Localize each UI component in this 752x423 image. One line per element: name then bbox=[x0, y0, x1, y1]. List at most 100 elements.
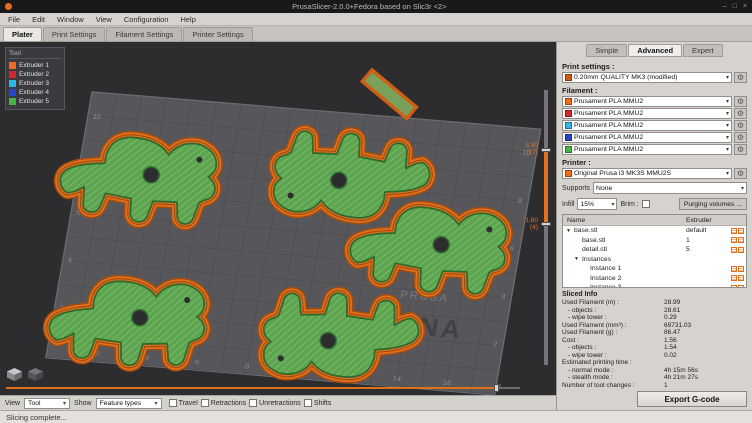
minimize-button[interactable]: – bbox=[723, 3, 727, 10]
layer-upper-index: (17) bbox=[525, 149, 538, 156]
object-list-row[interactable]: base.stl1 bbox=[563, 236, 746, 246]
filament-4-row: Prusament PLA MMU2▾⚙ bbox=[562, 132, 747, 143]
row-settings-icon[interactable] bbox=[731, 275, 737, 281]
print-settings-select[interactable]: 0.20mm QUALITY MK3 (modified)▾ bbox=[562, 72, 732, 83]
filament-2-settings-button[interactable]: ⚙ bbox=[734, 108, 747, 119]
brim-checkbox[interactable] bbox=[642, 200, 650, 208]
view-type-select[interactable]: Tool ▾ bbox=[24, 398, 70, 409]
layer-slider-track[interactable] bbox=[544, 90, 548, 365]
toggle-travel[interactable]: Travel bbox=[169, 399, 198, 407]
export-gcode-button[interactable]: Export G-code bbox=[637, 391, 747, 407]
extruder-label: Extruder 5 bbox=[19, 98, 49, 105]
sliced-info-label: - objects : bbox=[562, 307, 664, 315]
object-name: Instance 2 bbox=[590, 275, 621, 282]
extruder-color-chip bbox=[9, 89, 16, 96]
object-list: Name Extruder ▼base.stldefaultbase.stl1d… bbox=[562, 214, 747, 288]
object-list-row[interactable]: Instance 2 bbox=[563, 274, 746, 284]
object-list-row[interactable]: detail.stl5 bbox=[563, 245, 746, 255]
row-icons bbox=[724, 266, 746, 272]
render-canvas[interactable]: PRUSA GINA 24681012141618224466881010 bbox=[0, 42, 556, 395]
supports-select[interactable]: None ▾ bbox=[593, 182, 747, 194]
maximize-button[interactable]: □ bbox=[733, 3, 737, 10]
sliced-info-value: 1.56 bbox=[664, 337, 747, 345]
filament-3-settings-button[interactable]: ⚙ bbox=[734, 120, 747, 131]
layer-slider-lower-handle[interactable] bbox=[541, 222, 551, 226]
row-settings-icon[interactable] bbox=[738, 228, 744, 234]
sliced-info-label: Used Filament (m) : bbox=[562, 299, 664, 307]
printer-settings-button[interactable]: ⚙ bbox=[734, 168, 747, 179]
filament-5-settings-button[interactable]: ⚙ bbox=[734, 144, 747, 155]
menu-configuration[interactable]: Configuration bbox=[118, 15, 175, 24]
row-settings-icon[interactable] bbox=[738, 285, 744, 288]
row-settings-icon[interactable] bbox=[731, 266, 737, 272]
titlebar: PrusaSlicer-2.0.0+Fedora based on Slic3r… bbox=[0, 0, 752, 13]
filament-4-select[interactable]: Prusament PLA MMU2▾ bbox=[562, 132, 732, 143]
toggle-retractions[interactable]: Retractions bbox=[201, 399, 246, 407]
expand-caret[interactable]: ▼ bbox=[573, 256, 580, 262]
object-list-row[interactable]: Instance 3 bbox=[563, 283, 746, 288]
statusbar: Slicing complete... bbox=[0, 410, 752, 423]
filament-1-select[interactable]: Prusament PLA MMU2▾ bbox=[562, 96, 732, 107]
tab-print-settings[interactable]: Print Settings bbox=[43, 27, 106, 41]
menu-file[interactable]: File bbox=[2, 15, 26, 24]
filament-4-settings-button[interactable]: ⚙ bbox=[734, 132, 747, 143]
row-settings-icon[interactable] bbox=[738, 266, 744, 272]
feature-types-value: Feature types bbox=[100, 400, 152, 407]
sliced-info-label: - stealth mode : bbox=[562, 374, 664, 382]
feature-types-select[interactable]: Feature types ▾ bbox=[96, 398, 162, 409]
show-label: Show bbox=[74, 400, 92, 407]
close-button[interactable]: × bbox=[743, 3, 747, 10]
infill-select[interactable]: 15% ▾ bbox=[577, 198, 617, 210]
retractions-checkbox[interactable] bbox=[201, 399, 209, 407]
menu-edit[interactable]: Edit bbox=[26, 15, 51, 24]
row-settings-icon[interactable] bbox=[731, 247, 737, 253]
row-settings-icon[interactable] bbox=[731, 285, 737, 288]
row-settings-icon[interactable] bbox=[738, 247, 744, 253]
travel-checkbox[interactable] bbox=[169, 399, 177, 407]
row-settings-icon[interactable] bbox=[738, 237, 744, 243]
sliced-info-row: - wipe tower :0.02 bbox=[562, 352, 747, 360]
mode-tab-simple[interactable]: Simple bbox=[586, 44, 627, 57]
printer-select[interactable]: Original Prusa i3 MK3S MMU2S▾ bbox=[562, 168, 732, 179]
wipe-tower[interactable] bbox=[362, 70, 416, 119]
menu-window[interactable]: Window bbox=[51, 15, 90, 24]
menu-help[interactable]: Help bbox=[174, 15, 201, 24]
sliced-info-row: - normal mode :4h 15m 56s bbox=[562, 367, 747, 375]
print-settings-settings-button[interactable]: ⚙ bbox=[734, 72, 747, 83]
filament-2-select[interactable]: Prusament PLA MMU2▾ bbox=[562, 108, 732, 119]
object-list-row[interactable]: Instance 1 bbox=[563, 264, 746, 274]
print-settings-row: 0.20mm QUALITY MK3 (modified)▾⚙ bbox=[562, 72, 747, 83]
layer-slider[interactable]: 3.30 (17) 1.60 (4) bbox=[523, 90, 553, 365]
toggle-shifts[interactable]: Shifts bbox=[304, 399, 332, 407]
row-settings-icon[interactable] bbox=[731, 237, 737, 243]
tab-plater[interactable]: Plater bbox=[3, 27, 42, 41]
filament-5-select[interactable]: Prusament PLA MMU2▾ bbox=[562, 144, 732, 155]
3d-editor-view-icon[interactable] bbox=[6, 367, 23, 382]
mode-tab-expert[interactable]: Expert bbox=[683, 44, 723, 57]
horizontal-layer-slider[interactable] bbox=[6, 384, 520, 392]
shifts-checkbox[interactable] bbox=[304, 399, 312, 407]
object-list-row[interactable]: ▼Instances bbox=[563, 255, 746, 265]
3d-viewport[interactable]: PRUSA GINA 24681012141618224466881010 To… bbox=[0, 42, 556, 395]
row-settings-icon[interactable] bbox=[738, 275, 744, 281]
extruder-label: Extruder 1 bbox=[19, 62, 49, 69]
filament-1-settings-button[interactable]: ⚙ bbox=[734, 96, 747, 107]
expand-caret[interactable]: ▼ bbox=[565, 228, 572, 234]
tab-printer-settings[interactable]: Printer Settings bbox=[183, 27, 252, 41]
printer-color-chip bbox=[565, 170, 572, 177]
menu-view[interactable]: View bbox=[90, 15, 118, 24]
printer-row: Original Prusa i3 MK3S MMU2S▾⚙ bbox=[562, 168, 747, 179]
preview-view-icon[interactable] bbox=[27, 367, 44, 382]
mode-tab-advanced[interactable]: Advanced bbox=[628, 44, 682, 57]
filament-3-select[interactable]: Prusament PLA MMU2▾ bbox=[562, 120, 732, 131]
infill-value: 15% bbox=[580, 201, 609, 208]
object-list-row[interactable]: ▼base.stldefault bbox=[563, 226, 746, 236]
layer-slider-upper-handle[interactable] bbox=[541, 148, 551, 152]
row-settings-icon[interactable] bbox=[731, 228, 737, 234]
toggle-unretractions[interactable]: Unretractions bbox=[249, 399, 301, 407]
tab-filament-settings[interactable]: Filament Settings bbox=[106, 27, 182, 41]
object-name: base.stl bbox=[582, 237, 605, 244]
purging-volumes-button[interactable]: Purging volumes ... bbox=[679, 198, 747, 210]
unretractions-checkbox[interactable] bbox=[249, 399, 257, 407]
horizontal-slider-handle[interactable] bbox=[494, 384, 499, 392]
